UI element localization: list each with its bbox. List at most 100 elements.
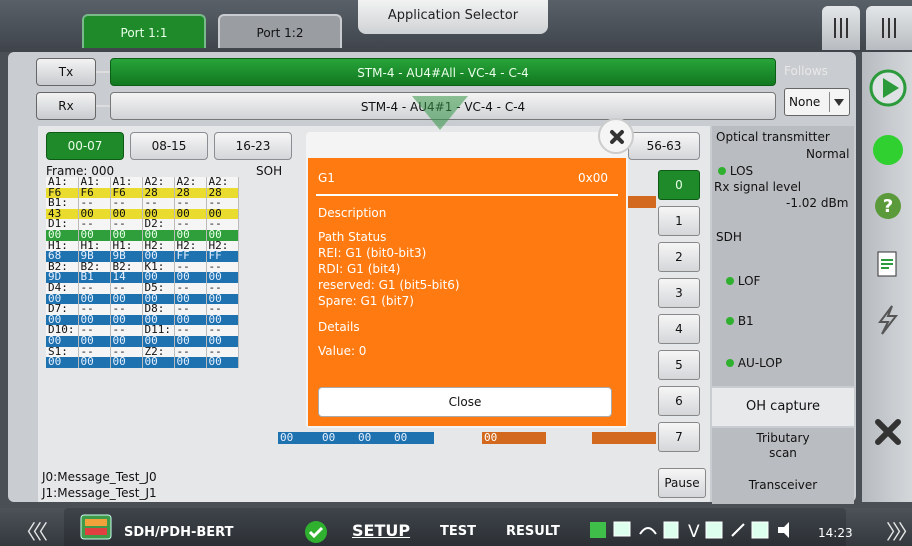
application-selector-button[interactable]: Application Selector bbox=[358, 0, 548, 34]
overhead-byte-value[interactable]: 9D bbox=[46, 272, 79, 283]
overhead-byte-value[interactable]: 00 bbox=[110, 357, 143, 368]
range-tab-56-63[interactable]: 56-63 bbox=[628, 132, 700, 160]
overhead-byte-value[interactable]: 00 bbox=[206, 335, 239, 347]
overhead-byte-label: A2: bbox=[174, 177, 207, 188]
overhead-byte-value[interactable]: 00 bbox=[78, 293, 111, 305]
byte-button-3[interactable]: 3 bbox=[658, 278, 700, 308]
overhead-byte-value[interactable]: 00 bbox=[110, 314, 143, 326]
overhead-byte-value[interactable]: 00 bbox=[174, 357, 207, 368]
tab-test[interactable]: TEST bbox=[440, 524, 476, 539]
overhead-byte-value[interactable]: B1 bbox=[78, 272, 111, 283]
rx-button[interactable]: Rx bbox=[36, 92, 96, 120]
status-led-button[interactable] bbox=[868, 130, 908, 170]
overhead-byte-value[interactable]: 00 bbox=[142, 357, 175, 368]
byte-button-1[interactable]: 1 bbox=[658, 206, 700, 236]
overhead-byte-value[interactable]: 00 bbox=[206, 229, 239, 241]
error-inject-button[interactable] bbox=[868, 300, 908, 340]
overhead-byte-value[interactable]: 00 bbox=[46, 314, 79, 326]
byte-button-7[interactable]: 7 bbox=[658, 422, 700, 452]
overhead-byte-value[interactable]: 9B bbox=[78, 251, 111, 262]
overhead-byte-value[interactable]: F6 bbox=[110, 187, 143, 199]
overhead-byte-value[interactable]: 00 bbox=[78, 357, 111, 368]
overhead-byte-value[interactable]: 00 bbox=[206, 314, 239, 326]
overhead-byte-value[interactable]: 00 bbox=[78, 335, 111, 347]
overhead-byte-value[interactable]: 28 bbox=[142, 187, 175, 199]
overhead-byte-value[interactable]: 00 bbox=[46, 335, 79, 347]
range-tab-00-07[interactable]: 00-07 bbox=[46, 132, 124, 160]
overhead-byte-value[interactable]: 00 bbox=[110, 293, 143, 305]
overhead-byte-label: -- bbox=[78, 282, 111, 294]
overhead-byte-value[interactable]: 00 bbox=[46, 229, 79, 241]
overhead-byte-value[interactable]: 00 bbox=[110, 335, 143, 347]
exit-button[interactable] bbox=[868, 412, 908, 452]
overhead-byte-value[interactable]: 00 bbox=[78, 314, 111, 326]
oh-capture-button[interactable]: OH capture bbox=[712, 388, 854, 426]
app-icon[interactable] bbox=[80, 514, 112, 540]
overhead-byte-value[interactable]: 00 bbox=[206, 208, 239, 220]
los-label: LOS bbox=[729, 164, 754, 178]
overhead-byte-value[interactable]: 00 bbox=[78, 208, 111, 220]
overhead-byte-value[interactable]: 68 bbox=[46, 251, 79, 262]
overhead-byte-value[interactable]: 28 bbox=[206, 187, 239, 199]
report-button[interactable] bbox=[868, 244, 908, 284]
overhead-byte-value[interactable]: 00 bbox=[174, 272, 207, 283]
tributary-scan-button[interactable]: Tributary scan bbox=[712, 428, 854, 466]
byte-button-5[interactable]: 5 bbox=[658, 350, 700, 380]
overhead-byte-value[interactable]: 00 bbox=[142, 272, 175, 283]
tab-port-1-1[interactable]: Port 1:1 bbox=[82, 14, 206, 48]
overhead-byte-value[interactable]: 00 bbox=[206, 357, 239, 368]
dialog-close-button[interactable]: Close bbox=[318, 387, 612, 417]
byte-button-0[interactable]: 0 bbox=[658, 170, 700, 200]
overhead-byte-label: -- bbox=[206, 325, 239, 336]
panel-toggle-button[interactable] bbox=[822, 6, 860, 50]
overhead-byte-label: A2: bbox=[206, 177, 239, 188]
help-button[interactable]: ? bbox=[868, 186, 908, 226]
tab-setup[interactable]: SETUP bbox=[352, 521, 410, 540]
overhead-byte-value[interactable]: 00 bbox=[142, 314, 175, 326]
overhead-byte-value[interactable]: F6 bbox=[78, 187, 111, 199]
overhead-byte-value[interactable]: 00 bbox=[174, 314, 207, 326]
overhead-byte-value[interactable]: 00 bbox=[174, 293, 207, 305]
overhead-byte-value[interactable]: 00 bbox=[174, 229, 207, 241]
scroll-right-icon[interactable]: 〉〉〉 bbox=[886, 516, 912, 545]
overhead-byte-value[interactable]: FF bbox=[174, 251, 207, 262]
tx-signal-structure[interactable]: STM-4 - AU4#All - VC-4 - C-4 bbox=[110, 58, 776, 86]
overhead-byte-value[interactable]: 9B bbox=[110, 251, 143, 262]
overhead-byte-value[interactable]: 14 bbox=[110, 272, 143, 283]
overhead-byte-value[interactable]: 43 bbox=[46, 208, 79, 220]
overhead-byte-value[interactable]: FF bbox=[206, 251, 239, 262]
overhead-byte-value[interactable]: 00 bbox=[174, 208, 207, 220]
side-panel-toggle-button[interactable] bbox=[866, 6, 912, 50]
overhead-byte-value[interactable]: 00 bbox=[174, 335, 207, 347]
range-tab-08-15[interactable]: 08-15 bbox=[130, 132, 208, 160]
byte-button-4[interactable]: 4 bbox=[658, 314, 700, 344]
overhead-byte-value[interactable]: 00 bbox=[142, 251, 175, 262]
overhead-byte-value[interactable]: F6 bbox=[46, 187, 79, 199]
tab-result[interactable]: RESULT bbox=[506, 524, 560, 539]
tab-port-1-2[interactable]: Port 1:2 bbox=[218, 14, 342, 48]
overhead-byte-value[interactable]: 00 bbox=[142, 229, 175, 241]
transceiver-button[interactable]: Transceiver bbox=[712, 466, 854, 504]
scroll-left-icon[interactable]: 〈〈〈 bbox=[16, 516, 48, 545]
dialog-close-x-icon[interactable] bbox=[598, 118, 634, 154]
setup-ok-icon bbox=[304, 520, 328, 544]
overhead-byte-value[interactable]: 00 bbox=[78, 229, 111, 241]
byte-button-2[interactable]: 2 bbox=[658, 242, 700, 272]
tx-button[interactable]: Tx bbox=[36, 58, 96, 86]
overhead-byte-value[interactable]: 00 bbox=[206, 272, 239, 283]
pause-button[interactable]: Pause bbox=[658, 468, 706, 498]
follows-select[interactable]: None bbox=[784, 88, 850, 116]
overhead-byte-value[interactable]: 00 bbox=[142, 208, 175, 220]
overhead-byte-label: D5: bbox=[142, 282, 175, 294]
overhead-byte-value[interactable]: 00 bbox=[110, 229, 143, 241]
overhead-byte-value[interactable]: 00 bbox=[46, 293, 79, 305]
overhead-byte-value[interactable]: 00 bbox=[206, 293, 239, 305]
overhead-byte-value[interactable]: 28 bbox=[174, 187, 207, 199]
overhead-byte-value[interactable]: 00 bbox=[110, 208, 143, 220]
overhead-byte-value[interactable]: 00 bbox=[46, 357, 79, 368]
range-tab-16-23[interactable]: 16-23 bbox=[214, 132, 292, 160]
start-button[interactable] bbox=[868, 68, 908, 108]
overhead-byte-value[interactable]: 00 bbox=[142, 293, 175, 305]
overhead-byte-value[interactable]: 00 bbox=[142, 335, 175, 347]
byte-button-6[interactable]: 6 bbox=[658, 386, 700, 416]
